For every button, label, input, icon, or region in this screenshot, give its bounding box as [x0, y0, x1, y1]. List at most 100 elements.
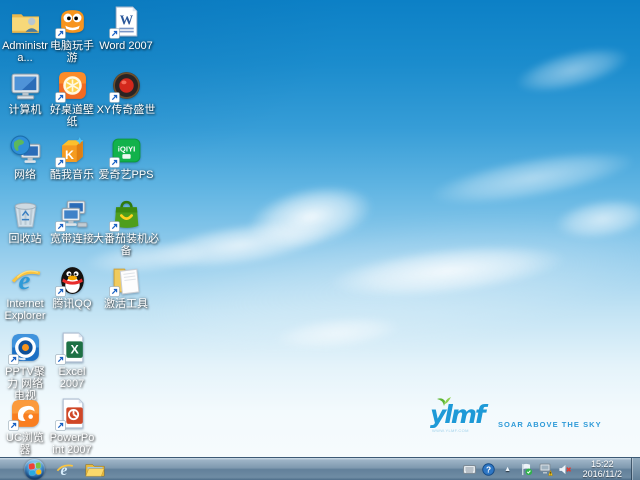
windows-logo-icon: [28, 462, 41, 476]
pptv-juli-icon: [9, 331, 42, 364]
desktop-icon-xy-chuanqi-shengshi[interactable]: XY传奇盛世: [92, 69, 160, 116]
desktop-icon-tencent-qq[interactable]: 腾讯QQ: [49, 263, 95, 310]
desktop-icon-uc-browser[interactable]: UC浏览器: [2, 397, 48, 456]
chevron-up-icon: ▲: [504, 466, 511, 473]
shortcut-arrow-icon: [109, 28, 120, 39]
network-icon: [9, 134, 42, 167]
svg-text:W: W: [119, 13, 133, 28]
taskbar-clock[interactable]: 15:22 2016/11/2: [576, 459, 629, 479]
desktop-icon-internet-explorer[interactable]: e Internet Explorer: [2, 263, 48, 322]
desktop-icon-label: 电脑玩手游: [49, 40, 95, 64]
ylmf-watermark: ylmf WWW.YLMF.COM SOAR ABOVE THE SKY: [430, 402, 630, 442]
desktop-icon-label: Administra...: [2, 40, 48, 64]
volume-muted-icon[interactable]: [558, 462, 572, 476]
show-hidden-icons-button[interactable]: ▲: [501, 462, 515, 476]
shortcut-arrow-icon: [55, 157, 66, 168]
desktop-icon-pptv-juli[interactable]: PPTV聚力 网络电视: [2, 331, 48, 402]
desktop-icon-label: UC浏览器: [2, 432, 48, 456]
desktop-icon-jihuo-gongju[interactable]: 激活工具: [92, 263, 160, 310]
desktop-icon-label: 腾讯QQ: [52, 298, 91, 310]
shortcut-arrow-icon: [109, 286, 120, 297]
shortcut-arrow-icon: [8, 354, 19, 365]
shortcut-arrow-icon: [109, 92, 120, 103]
desktop-icon-label: 宽带连接: [50, 233, 94, 245]
desktop-icon-broadband-connection[interactable]: 宽带连接: [49, 198, 95, 245]
dafanqie-zhuangji-bibei-icon: [110, 198, 143, 231]
desktop-icon-dafanqie-zhuangji-bibei[interactable]: 大番茄装机必备: [92, 198, 160, 257]
cloud: [243, 176, 377, 259]
desktop-wallpaper[interactable]: Administra...电脑玩手游 W Word 2007 计算机好桌道壁纸XY传奇…: [0, 0, 640, 457]
word-2007-icon: W: [110, 5, 143, 38]
folder-icon: [85, 461, 105, 478]
internet-explorer-icon: e: [55, 460, 74, 479]
start-button[interactable]: [24, 459, 45, 480]
network-status-icon[interactable]: [539, 462, 553, 476]
xy-chuanqi-shengshi-icon: [110, 69, 143, 102]
desktop-icon-label: 大番茄装机必备: [92, 233, 160, 257]
desktop-icon-iqiyi-pps[interactable]: iQIYI爱奇艺PPS: [92, 134, 160, 181]
taskbar-internet-explorer-button[interactable]: e: [52, 459, 76, 480]
action-center-icon[interactable]: [520, 462, 534, 476]
desktop-icon-powerpoint-2007[interactable]: PowerPoint 2007: [49, 397, 95, 456]
cloud: [135, 194, 640, 376]
taskbar: e ? ▲ 15:22 2016/11/2: [0, 457, 640, 480]
leaf-icon: [436, 396, 452, 407]
shortcut-arrow-icon: [8, 420, 19, 431]
svg-text:iQIYI: iQIYI: [117, 145, 135, 154]
cloud: [553, 194, 640, 245]
uc-browser-icon: [9, 397, 42, 430]
tencent-qq-icon: [56, 263, 89, 296]
cloud: [328, 236, 567, 306]
desktop-icon-word-2007[interactable]: W Word 2007: [92, 5, 160, 52]
shortcut-arrow-icon: [55, 420, 66, 431]
taskbar-left-group: e: [0, 459, 107, 480]
desktop-icon-label: XY传奇盛世: [97, 104, 156, 116]
desktop-icon-label: 计算机: [9, 104, 42, 116]
shortcut-arrow-icon: [55, 286, 66, 297]
desktop-icon-label: Word 2007: [99, 40, 153, 52]
iqiyi-pps-icon: iQIYI: [110, 134, 143, 167]
shortcut-arrow-icon: [109, 221, 120, 232]
computer-icon: [9, 69, 42, 102]
desktop-icon-label: PowerPoint 2007: [49, 432, 95, 456]
desktop-icon-label: 网络: [14, 169, 36, 181]
desktop-icon-label: 回收站: [9, 233, 42, 245]
desktop-icon-label: 好桌道壁纸: [49, 104, 95, 128]
cloud: [148, 213, 332, 278]
desktop-icon-label: Excel 2007: [49, 366, 95, 390]
show-desktop-button[interactable]: [631, 458, 640, 480]
desktop-icon-computer[interactable]: 计算机: [2, 69, 48, 116]
taskbar-windows-explorer-button[interactable]: [83, 459, 107, 480]
desktop-icon-label: Internet Explorer: [2, 298, 48, 322]
svg-text:K: K: [64, 148, 73, 162]
diannao-wan-shouyou-icon: [56, 5, 89, 38]
internet-explorer-icon: e: [9, 263, 42, 296]
desktop-icon-network[interactable]: 网络: [2, 134, 48, 181]
shortcut-arrow-icon: [55, 92, 66, 103]
shortcut-arrow-icon: [109, 157, 120, 168]
help-icon[interactable]: ?: [482, 462, 496, 476]
desktop-icon-administrator-folder[interactable]: Administra...: [2, 5, 48, 64]
powerpoint-2007-icon: [56, 397, 89, 430]
clock-time: 15:22: [583, 459, 622, 469]
ylmf-url-text: WWW.YLMF.COM: [432, 428, 469, 433]
desktop-icon-haozhuodao-wallpaper[interactable]: 好桌道壁纸: [49, 69, 95, 128]
excel-2007-icon: X: [56, 331, 89, 364]
broadband-connection-icon: [56, 198, 89, 231]
system-tray: ? ▲: [459, 462, 576, 476]
desktop-icon-label: 激活工具: [104, 298, 148, 310]
language-bar-icon[interactable]: [463, 462, 477, 476]
desktop-icon-kuwo-music[interactable]: K 酷我音乐: [49, 134, 95, 181]
desktop-icon-recycle-bin[interactable]: 回收站: [2, 198, 48, 245]
svg-text:X: X: [70, 343, 79, 357]
svg-text:e: e: [60, 461, 67, 478]
cloud: [512, 39, 632, 102]
shortcut-arrow-icon: [55, 221, 66, 232]
administrator-folder-icon: [9, 5, 42, 38]
clock-date: 2016/11/2: [583, 469, 622, 479]
svg-text:e: e: [18, 265, 30, 295]
desktop-icon-excel-2007[interactable]: X Excel 2007: [49, 331, 95, 390]
desktop-icon-diannao-wan-shouyou[interactable]: 电脑玩手游: [49, 5, 95, 64]
jihuo-gongju-icon: [110, 263, 143, 296]
desktop-icon-label: 酷我音乐: [50, 169, 94, 181]
